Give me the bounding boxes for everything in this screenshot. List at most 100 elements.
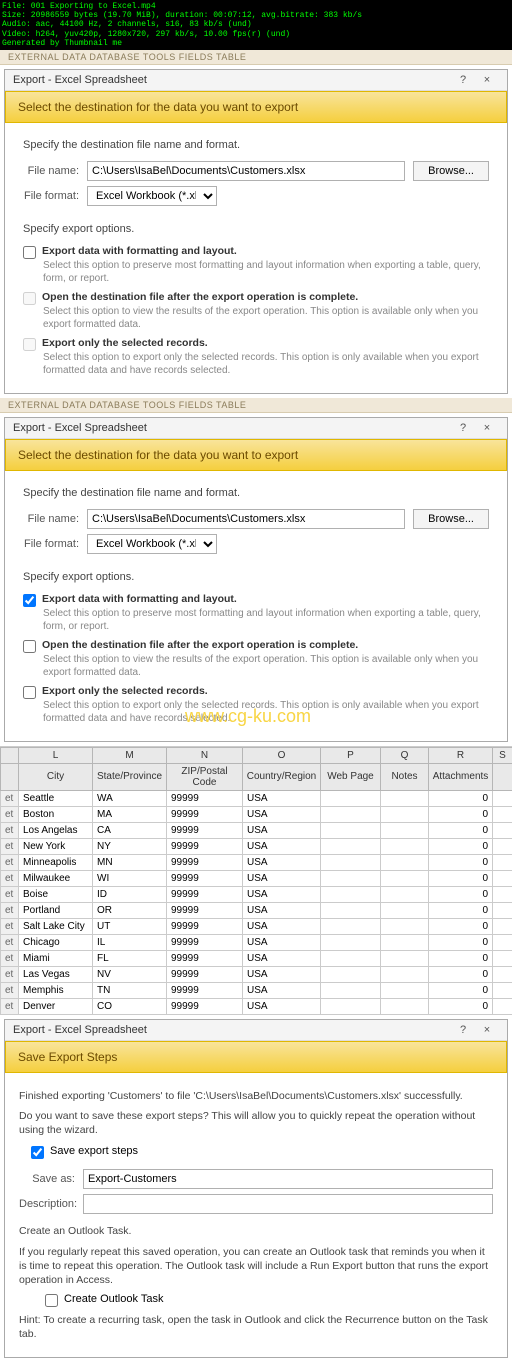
cell[interactable] [493,934,512,950]
table-row[interactable]: etMilwaukeeWI99999USA0 [1,870,512,886]
cell[interactable]: USA [243,982,321,998]
cell[interactable]: TN [93,982,167,998]
cell[interactable]: 0 [429,902,493,918]
browse-button-2[interactable]: Browse... [413,509,489,529]
opt-selected-checkbox-2[interactable] [23,686,36,699]
cell[interactable]: MN [93,854,167,870]
cell[interactable]: USA [243,806,321,822]
table-row[interactable]: etMiamiFL99999USA0 [1,950,512,966]
cell[interactable]: USA [243,934,321,950]
cell[interactable]: et [1,886,19,902]
cell[interactable]: USA [243,822,321,838]
table-row[interactable]: etBoiseID99999USA0 [1,886,512,902]
cell[interactable]: Boston [19,806,93,822]
cell[interactable]: Las Vegas [19,966,93,982]
cell[interactable]: Denver [19,998,93,1014]
outlook-task-checkbox[interactable] [45,1294,58,1307]
cell[interactable]: Miami [19,950,93,966]
table-row[interactable]: etLas VegasNV99999USA0 [1,966,512,982]
cell[interactable] [381,966,429,982]
cell[interactable] [381,822,429,838]
cell[interactable] [493,902,512,918]
column-letter[interactable]: N [167,747,243,763]
column-header[interactable]: State/Province [93,763,167,790]
column-letter[interactable]: R [429,747,493,763]
cell[interactable]: 99999 [167,902,243,918]
cell[interactable]: 99999 [167,838,243,854]
close-icon[interactable]: × [475,74,499,86]
cell[interactable]: 0 [429,918,493,934]
cell[interactable]: Boise [19,886,93,902]
table-row[interactable]: etSeattleWA99999USA0 [1,790,512,806]
cell[interactable]: USA [243,854,321,870]
cell[interactable] [321,790,381,806]
cell[interactable]: OR [93,902,167,918]
cell[interactable] [381,934,429,950]
cell[interactable] [493,982,512,998]
save-as-input[interactable] [83,1169,493,1189]
cell[interactable] [321,854,381,870]
cell[interactable] [493,870,512,886]
column-letter[interactable]: S [493,747,512,763]
column-letter[interactable]: Q [381,747,429,763]
cell[interactable] [321,838,381,854]
column-header[interactable]: Attachments [429,763,493,790]
cell[interactable]: WA [93,790,167,806]
cell[interactable] [321,950,381,966]
cell[interactable] [321,806,381,822]
cell[interactable]: et [1,854,19,870]
cell[interactable]: USA [243,870,321,886]
cell[interactable]: 0 [429,790,493,806]
cell[interactable]: UT [93,918,167,934]
column-header[interactable]: Country/Region [243,763,321,790]
cell[interactable]: 99999 [167,790,243,806]
table-row[interactable]: etDenverCO99999USA0 [1,998,512,1014]
cell[interactable]: et [1,950,19,966]
table-row[interactable]: etLos AngelasCA99999USA0 [1,822,512,838]
table-row[interactable]: etNew YorkNY99999USA0 [1,838,512,854]
cell[interactable]: 99999 [167,934,243,950]
cell[interactable]: Memphis [19,982,93,998]
cell[interactable]: et [1,918,19,934]
column-letter[interactable]: M [93,747,167,763]
cell[interactable] [381,998,429,1014]
cell[interactable]: 0 [429,950,493,966]
table-row[interactable]: etSalt Lake CityUT99999USA 0 [1,918,512,934]
cell[interactable]: WI [93,870,167,886]
fileformat-select[interactable]: Excel Workbook (*.xlsx) [87,186,217,206]
cell[interactable]: CO [93,998,167,1014]
filename-input-2[interactable] [87,509,405,529]
cell[interactable]: 99999 [167,806,243,822]
cell[interactable]: 0 [429,934,493,950]
cell[interactable]: USA [243,886,321,902]
sheet-table[interactable]: LMNOPQRSCityState/ProvinceZIP/Postal Cod… [0,747,512,1015]
cell[interactable]: 99999 [167,950,243,966]
cell[interactable] [493,998,512,1014]
cell[interactable]: USA [243,790,321,806]
cell[interactable]: USA [243,918,321,934]
close-icon-2[interactable]: × [475,422,499,434]
cell[interactable] [381,870,429,886]
cell[interactable]: 0 [429,886,493,902]
table-row[interactable]: etMemphisTN99999USA0 [1,982,512,998]
cell[interactable]: 99999 [167,918,243,934]
cell[interactable] [493,822,512,838]
cell[interactable] [493,918,512,934]
column-header[interactable] [493,763,512,790]
cell[interactable] [493,854,512,870]
cell[interactable]: Portland [19,902,93,918]
cell[interactable] [321,998,381,1014]
cell[interactable]: ID [93,886,167,902]
cell[interactable]: NY [93,838,167,854]
cell[interactable] [381,838,429,854]
cell[interactable] [381,790,429,806]
cell[interactable]: 0 [429,966,493,982]
cell[interactable]: et [1,966,19,982]
cell[interactable]: Salt Lake City [19,918,93,934]
fileformat-select-2[interactable]: Excel Workbook (*.xlsx) [87,534,217,554]
cell[interactable]: 0 [429,822,493,838]
cell[interactable] [321,822,381,838]
cell[interactable]: et [1,822,19,838]
opt-formatting-checkbox-2[interactable] [23,594,36,607]
cell[interactable]: FL [93,950,167,966]
